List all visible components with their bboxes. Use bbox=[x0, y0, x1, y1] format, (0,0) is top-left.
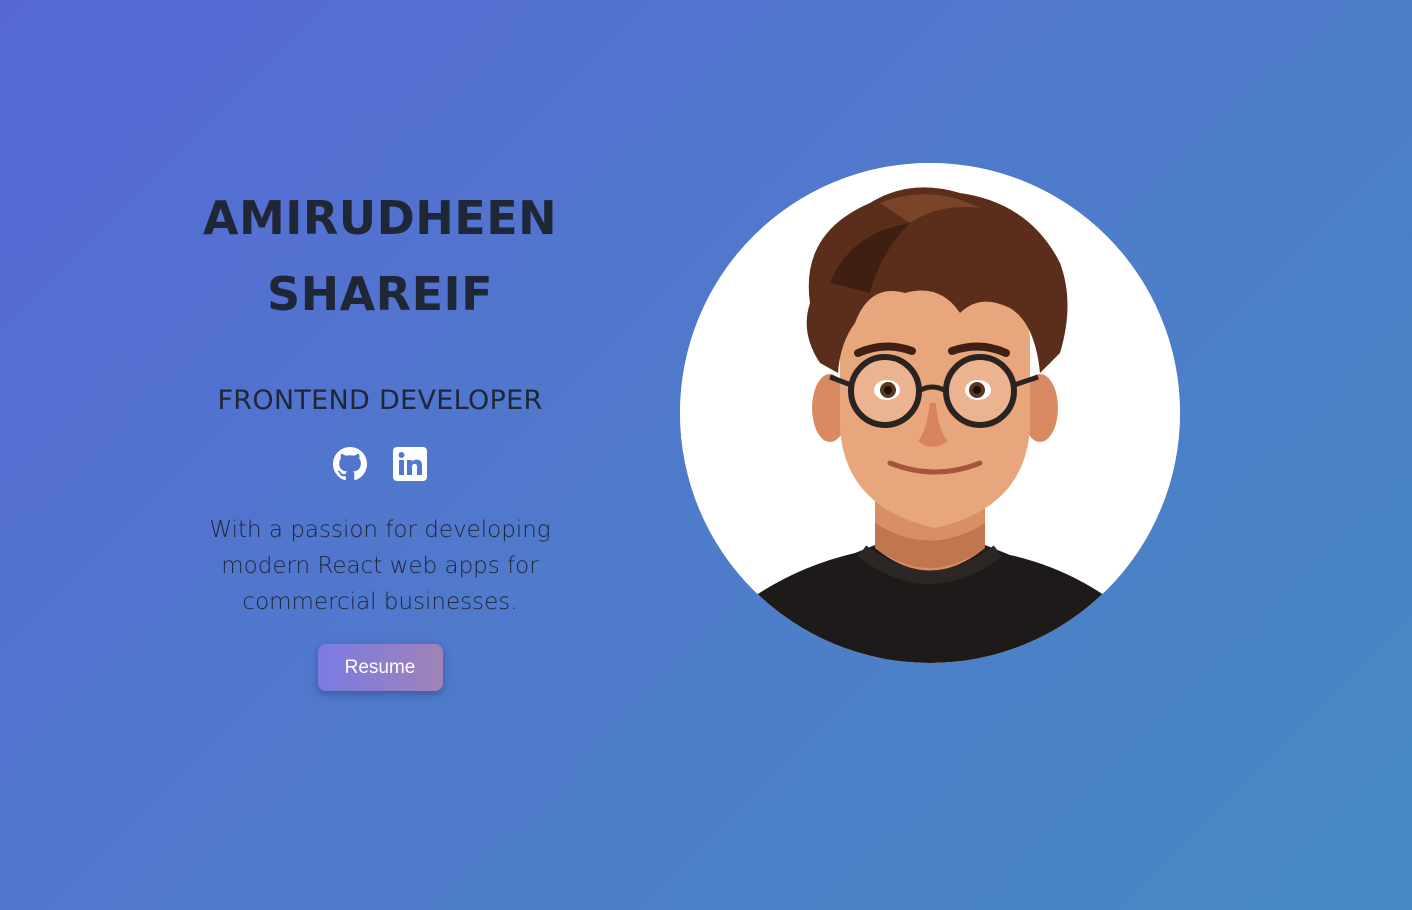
avatar-illustration bbox=[680, 163, 1180, 663]
social-links bbox=[180, 446, 580, 486]
intro-column: AMIRUDHEEN SHAREIF FRONTEND DEVELOPER Wi… bbox=[180, 180, 580, 691]
github-link[interactable] bbox=[332, 447, 368, 485]
bio-text: With a passion for developing modern Rea… bbox=[209, 517, 551, 615]
hero-section: AMIRUDHEEN SHAREIF FRONTEND DEVELOPER Wi… bbox=[0, 0, 1412, 910]
name-heading: AMIRUDHEEN SHAREIF bbox=[180, 180, 580, 332]
name-first: AMIRUDHEEN bbox=[202, 191, 558, 245]
linkedin-link[interactable] bbox=[392, 446, 428, 486]
linkedin-icon bbox=[392, 446, 428, 486]
github-icon bbox=[333, 447, 367, 485]
role-title: FRONTEND DEVELOPER bbox=[217, 385, 543, 416]
resume-button[interactable]: Resume bbox=[317, 644, 443, 691]
name-last: SHAREIF bbox=[266, 267, 494, 321]
avatar bbox=[680, 163, 1180, 663]
